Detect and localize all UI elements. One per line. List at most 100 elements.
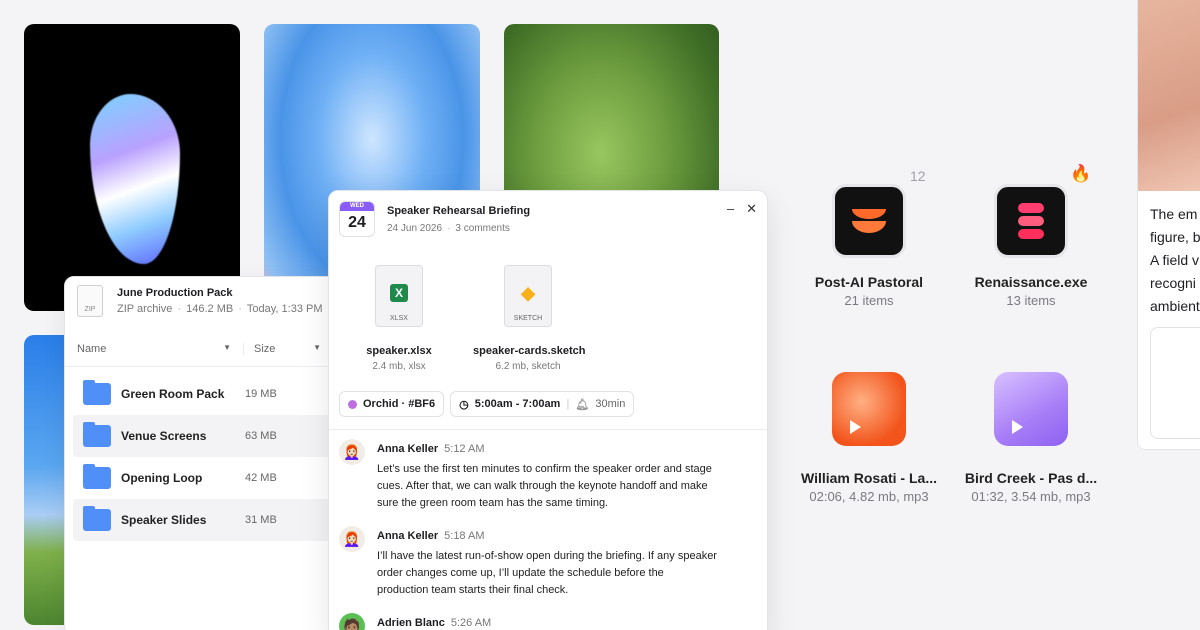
- comment-text: Let’s use the first ten minutes to confi…: [377, 463, 712, 509]
- comment-author[interactable]: Anna Keller: [377, 443, 438, 455]
- sort-chevron-icon: ▼: [313, 342, 321, 352]
- event-meta: 24 Jun 2026 · 3 comments: [387, 223, 510, 234]
- iridescent-sculpture-image: [90, 94, 180, 264]
- article-text-line: A field v: [1150, 252, 1200, 268]
- event-date: 24 Jun 2026: [387, 223, 443, 234]
- comment: 👩🏻‍🦰 Anna Keller 5:18 AM I’ll have the la…: [339, 526, 757, 599]
- folder-icon: [83, 506, 111, 531]
- folder-icon: [83, 464, 111, 489]
- audio-title: William Rosati - La...: [800, 470, 937, 486]
- comment-time: 5:26 AM: [450, 617, 492, 629]
- collection-name: Post-AI Pastoral: [814, 274, 924, 290]
- archive-meta: ZIP archive · 146.2 MB · Today, 1:33 PM: [117, 303, 323, 315]
- article-card[interactable]: The em figure, b A field v recogni ambie…: [1137, 0, 1200, 450]
- comment-author[interactable]: Adrien Blanc: [377, 617, 445, 629]
- comment: 🧑🏽 Adrien Blanc 5:26 AM: [339, 613, 757, 630]
- article-text-line: recogni: [1150, 275, 1196, 291]
- folder-size: 19 MB: [245, 388, 277, 400]
- avatar[interactable]: 👩🏻‍🦰: [339, 526, 365, 552]
- tag-label: Orchid · #BF6: [363, 398, 436, 410]
- folder-row[interactable]: Venue Screens 63 MB: [73, 415, 335, 457]
- article-image: [1138, 0, 1200, 191]
- audio-cover: [832, 372, 906, 446]
- audio-bird-creek[interactable]: Bird Creek - Pas d... 01:32, 3.54 mb, mp…: [961, 372, 1101, 504]
- comment-text: I’ll have the latest run-of-show open du…: [377, 550, 717, 596]
- collection-count: 21 items: [844, 293, 894, 308]
- calendar-date-icon: WED 24: [339, 201, 375, 237]
- archive-modified: Today, 1:33 PM: [246, 303, 323, 315]
- minimize-icon[interactable]: –: [727, 201, 734, 221]
- folder-size: 42 MB: [245, 472, 277, 484]
- file-ext: XLSX: [390, 315, 408, 322]
- audio-cover: [994, 372, 1068, 446]
- stack-pills-icon: [994, 184, 1068, 258]
- folder-name: Green Room Pack: [121, 387, 225, 401]
- article-embed-box[interactable]: [1150, 327, 1200, 439]
- time-chip[interactable]: ◷ 5:00am - 7:00am | 🔔︎ 30min: [450, 391, 635, 417]
- audio-meta: 02:06, 4.82 mb, mp3: [809, 489, 929, 504]
- article-text-line: The em: [1150, 206, 1198, 222]
- attachment-meta: 2.4 mb, xlsx: [372, 361, 426, 372]
- archive-title: June Production Pack: [117, 287, 233, 299]
- close-icon[interactable]: ✕: [746, 201, 757, 221]
- zip-label: ZIP: [84, 306, 96, 313]
- file-ext: SKETCH: [513, 315, 543, 322]
- media-tile-iridescent[interactable]: [24, 24, 240, 311]
- folder-row[interactable]: Speaker Slides 31 MB: [73, 499, 335, 541]
- collection-count: 13 items: [1006, 293, 1056, 308]
- comment-author[interactable]: Anna Keller: [377, 530, 438, 542]
- column-size-header[interactable]: Size ▼: [243, 342, 327, 355]
- comment-time: 5:18 AM: [444, 530, 485, 542]
- fire-icon: 🔥: [1070, 164, 1092, 183]
- folder-name: Venue Screens: [121, 429, 207, 443]
- article-text-line: ambient: [1150, 298, 1200, 314]
- audio-meta: 01:32, 3.54 mb, mp3: [971, 489, 1091, 504]
- bell-icon: 🔔︎: [575, 398, 590, 411]
- comment-time: 5:12 AM: [444, 443, 485, 455]
- audio-william-rosati[interactable]: William Rosati - La... 02:06, 4.82 mb, m…: [799, 372, 939, 504]
- attachment-name: speaker-cards.sketch: [473, 345, 586, 357]
- collection-name: Renaissance.exe: [974, 274, 1088, 290]
- event-window[interactable]: WED 24 Speaker Rehearsal Briefing 24 Jun…: [328, 190, 768, 630]
- archive-window[interactable]: ZIP June Production Pack ZIP archive · 146…: [64, 276, 344, 630]
- archive-size: 146.2 MB: [186, 303, 234, 315]
- clock-icon: ◷: [459, 398, 469, 411]
- time-range: 5:00am - 7:00am: [474, 398, 561, 410]
- avatar[interactable]: 👩🏻‍🦰: [339, 439, 365, 465]
- comment-thread: 👩🏻‍🦰 Anna Keller 5:12 AM Let’s use the fi…: [339, 439, 757, 630]
- zip-file-icon: ZIP: [77, 285, 103, 317]
- calendar-day: 24: [348, 214, 366, 231]
- stack-halves-icon: [832, 184, 906, 258]
- folder-size: 63 MB: [245, 430, 277, 442]
- divider: [329, 429, 767, 430]
- column-name-header[interactable]: Name ▼: [77, 343, 243, 355]
- excel-icon: X: [390, 284, 408, 302]
- folder-row[interactable]: Opening Loop 42 MB: [65, 457, 343, 499]
- reminder-value: 30min: [595, 398, 626, 410]
- folder-row[interactable]: Green Room Pack 19 MB: [65, 373, 343, 415]
- folder-icon: [83, 380, 111, 405]
- collection-renaissance[interactable]: 🔥 Renaissance.exe 13 items: [961, 164, 1101, 308]
- folder-name: Speaker Slides: [121, 513, 207, 527]
- column-headers: Name ▼ Size ▼: [65, 331, 343, 367]
- collection-post-ai-pastoral[interactable]: 12 Post-AI Pastoral 21 items: [799, 168, 939, 308]
- folder-size: 31 MB: [245, 514, 277, 526]
- play-icon[interactable]: [850, 420, 861, 434]
- article-text-line: figure, b: [1150, 229, 1200, 245]
- sketch-file-icon: ◆ SKETCH: [504, 265, 552, 327]
- comment: 👩🏻‍🦰 Anna Keller 5:12 AM Let’s use the fi…: [339, 439, 757, 512]
- item-count-badge: 12: [910, 168, 926, 184]
- sketch-diamond-icon: ◆: [521, 283, 535, 303]
- tag-chip[interactable]: Orchid · #BF6: [339, 391, 445, 417]
- avatar[interactable]: 🧑🏽: [339, 613, 365, 630]
- play-icon[interactable]: [1012, 420, 1023, 434]
- archive-type: ZIP archive: [117, 303, 173, 315]
- folder-name: Opening Loop: [121, 471, 203, 485]
- sort-chevron-icon: ▼: [223, 342, 231, 352]
- event-comments-count[interactable]: 3 comments: [455, 223, 509, 234]
- attachment-meta: 6.2 mb, sketch: [495, 361, 561, 372]
- event-title: Speaker Rehearsal Briefing: [387, 205, 531, 217]
- folder-icon: [83, 422, 111, 447]
- spreadsheet-file-icon: X XLSX: [375, 265, 423, 327]
- audio-title: Bird Creek - Pas d...: [964, 470, 1098, 486]
